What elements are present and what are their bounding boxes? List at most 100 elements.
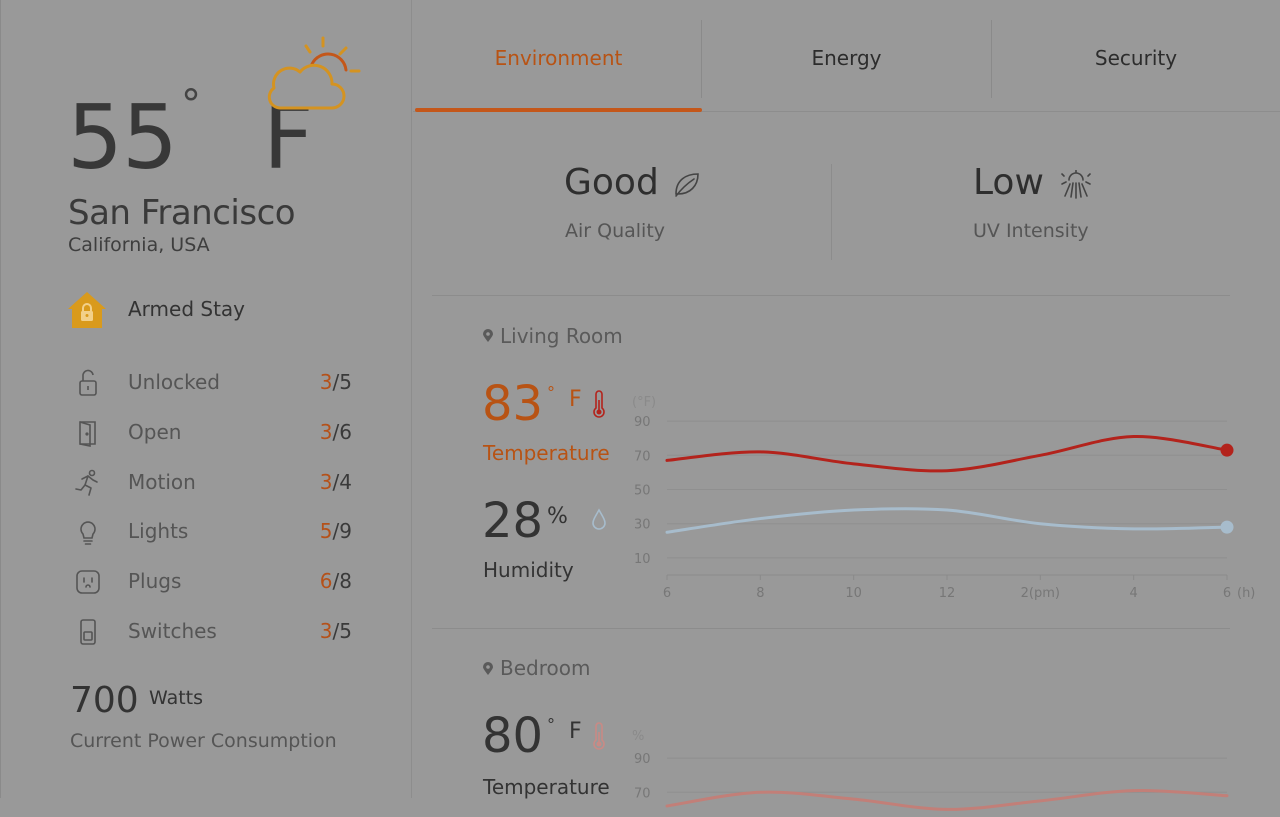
running-person-icon	[75, 469, 98, 496]
tab-security[interactable]: Security	[992, 0, 1280, 112]
device-count: 3/4	[320, 470, 352, 494]
tab-energy[interactable]: Energy	[702, 0, 991, 112]
power-unit: Watts	[149, 687, 204, 709]
thermometer-icon	[593, 722, 605, 750]
active-count: 3	[319, 370, 333, 394]
series-line-temperature	[665, 789, 1229, 811]
device-count: 3/5	[320, 619, 352, 643]
device-row-unlocked[interactable]: Unlocked 3/5	[73, 360, 363, 410]
device-row-switches[interactable]: Switches 3/5	[73, 609, 363, 659]
tab-environment[interactable]: Environment	[415, 0, 702, 112]
degree-symbol: °	[547, 383, 555, 402]
active-count: 6	[319, 569, 333, 594]
room-title: Bedroom	[500, 656, 591, 680]
series-line-temperature	[665, 434, 1229, 473]
power-label: Current Power Consumption	[70, 730, 337, 752]
device-label: Unlocked	[128, 370, 220, 394]
device-count: 3/5	[320, 370, 352, 394]
tab-bar: Environment Energy Security	[413, 0, 1280, 112]
bedroom-chart: % 90 70	[632, 729, 1229, 811]
device-row-plugs[interactable]: Plugs 6/8	[73, 559, 363, 609]
environment-stats: Good Air Quality Low UV Intensity	[413, 140, 1280, 280]
y-tick-label: 10	[634, 552, 651, 567]
x-tick-label: 6	[1223, 586, 1231, 601]
security-mode[interactable]: Armed Stay	[67, 290, 367, 330]
active-count: 3	[319, 618, 333, 643]
y-axis-unit: (°F)	[632, 395, 656, 410]
series-end-point-humidity	[1220, 520, 1234, 534]
air-quality-value: Good	[564, 162, 659, 203]
device-label: Open	[128, 419, 182, 444]
degree-symbol: °	[547, 715, 555, 734]
sun-rays-icon	[1061, 170, 1091, 199]
uv-intensity-label: UV Intensity	[973, 220, 1089, 242]
house-lock-icon	[68, 292, 106, 328]
total-count: /9	[332, 519, 352, 544]
humidity-unit: %	[547, 504, 568, 529]
security-mode-label: Armed Stay	[128, 297, 246, 321]
device-label: Motion	[128, 469, 196, 494]
location-pin-icon	[483, 662, 493, 675]
plug-icon	[76, 570, 100, 594]
uv-intensity-value: Low	[973, 162, 1044, 203]
living-room-chart: (°F) 90 70 50 30 10 6 8 10 12 2(pm) 4 6 (h)	[632, 395, 1255, 601]
y-tick-label: 90	[634, 752, 651, 767]
location-pin-icon	[483, 329, 493, 342]
y-tick-label: 50	[634, 484, 651, 499]
device-label: Lights	[128, 519, 189, 544]
device-row-open[interactable]: Open 3/6	[73, 410, 363, 460]
y-axis-unit: %	[632, 729, 644, 744]
y-tick-label: 70	[634, 786, 651, 801]
total-count: /8	[332, 569, 352, 594]
x-tick-label: 2(pm)	[1021, 586, 1060, 601]
water-drop-icon	[592, 508, 606, 530]
series-line-humidity	[665, 507, 1229, 534]
leaf-icon	[675, 173, 699, 197]
y-tick-label: 30	[634, 518, 651, 533]
device-count: 6/8	[320, 569, 352, 593]
x-tick-label: 6	[663, 586, 671, 601]
temperature-label: Temperature	[483, 441, 610, 465]
partly-cloudy-icon	[267, 36, 361, 110]
smart-home-dashboard: 55 ° F San Francisco California, USA Arm…	[0, 0, 1280, 811]
device-row-motion[interactable]: Motion 3/4	[73, 460, 363, 510]
active-count: 3	[319, 419, 333, 444]
device-label: Plugs	[128, 569, 182, 594]
section-divider	[432, 295, 1230, 296]
degree-symbol: °	[181, 82, 201, 128]
outdoor-temperature: 55	[67, 86, 178, 189]
device-summary-list: Unlocked 3/5 Open 3/6 Motion 3/4 Lights …	[73, 360, 363, 659]
total-count: /6	[332, 419, 352, 444]
active-count: 5	[319, 519, 333, 544]
x-tick-label: 4	[1130, 586, 1138, 601]
room-temperature-value: 83	[482, 376, 544, 432]
switch-icon	[80, 619, 96, 645]
device-label: Switches	[128, 618, 217, 643]
lightbulb-icon	[80, 521, 96, 546]
room-humidity-value: 28	[482, 493, 544, 549]
sidebar: 55 ° F San Francisco California, USA Arm…	[0, 0, 412, 798]
total-count: /4	[332, 469, 352, 494]
active-count: 3	[319, 469, 333, 494]
room-title: Living Room	[500, 324, 623, 348]
door-icon	[79, 420, 96, 447]
temperature-unit: F	[569, 719, 582, 744]
device-row-lights[interactable]: Lights 5/9	[73, 509, 363, 559]
temperature-label: Temperature	[483, 775, 610, 799]
x-axis-unit: (h)	[1237, 586, 1255, 601]
device-count: 5/9	[320, 519, 352, 543]
temperature-unit: F	[569, 387, 582, 412]
total-count: /5	[332, 618, 352, 643]
x-tick-label: 10	[845, 586, 862, 601]
thermometer-icon	[593, 390, 605, 418]
y-tick-label: 90	[634, 415, 651, 430]
air-quality-label: Air Quality	[565, 220, 666, 242]
y-tick-label: 70	[634, 449, 651, 464]
stats-divider	[831, 164, 832, 260]
city-name: San Francisco	[68, 193, 296, 233]
region-name: California, USA	[68, 234, 210, 256]
device-count: 3/6	[320, 420, 352, 444]
power-value: 700	[70, 680, 139, 721]
room-temperature-value: 80	[482, 708, 544, 764]
unlocked-padlock-icon	[79, 369, 97, 396]
